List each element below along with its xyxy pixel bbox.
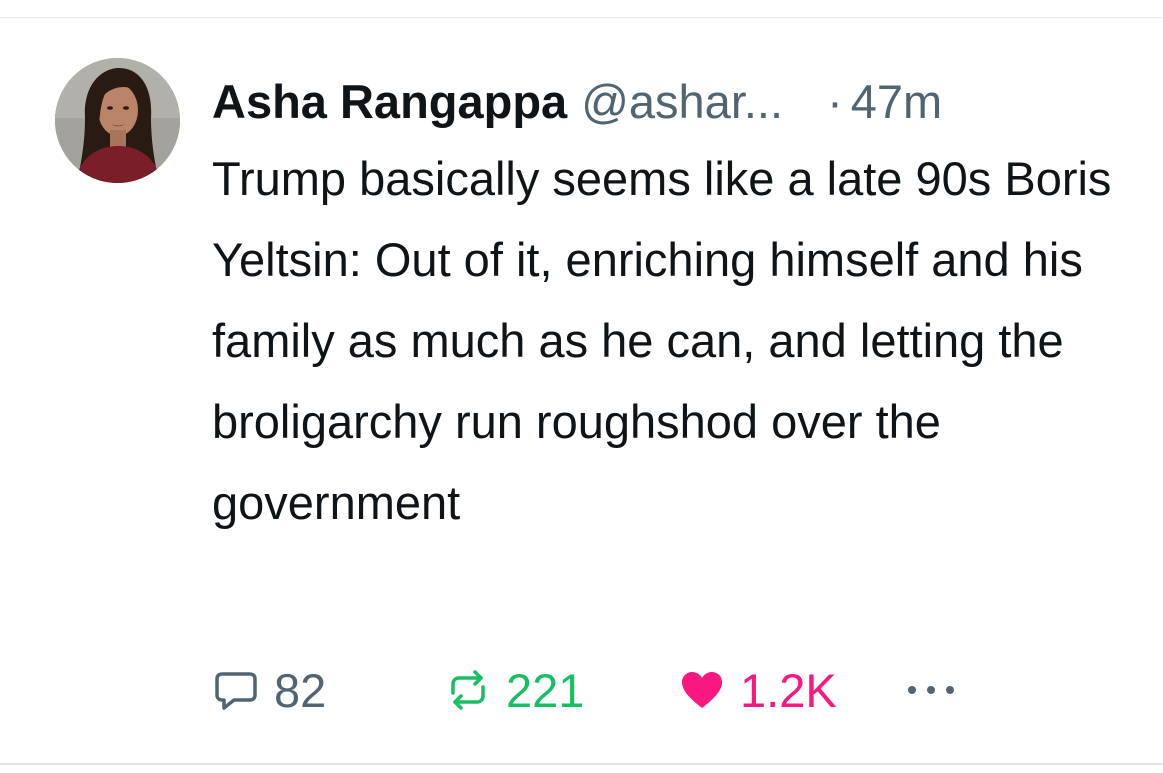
repost-count: 221 xyxy=(506,663,585,717)
avatar[interactable] xyxy=(55,58,180,183)
separator-dot: · xyxy=(827,75,843,128)
author-name[interactable]: Asha Rangappa xyxy=(212,72,567,132)
like-button[interactable]: 1.2K xyxy=(678,660,837,720)
reply-count: 82 xyxy=(274,663,327,717)
reply-icon xyxy=(212,666,260,714)
post-header: Asha Rangappa @ashar... · 47m xyxy=(212,72,1132,132)
author-handle[interactable]: @ashar... xyxy=(581,72,783,132)
heart-icon xyxy=(678,666,726,714)
post[interactable]: Asha Rangappa @ashar... · 47m Trump basi… xyxy=(0,0,1163,773)
post-timestamp[interactable]: 47m xyxy=(851,72,942,132)
more-icon xyxy=(904,666,958,714)
post-text: Trump basically seems like a late 90s Bo… xyxy=(212,152,1112,529)
reply-button[interactable]: 82 xyxy=(212,660,326,720)
repost-button[interactable]: 221 xyxy=(444,660,584,720)
like-count: 1.2K xyxy=(740,663,837,717)
profile-photo-icon xyxy=(55,58,180,183)
post-content: Asha Rangappa @ashar... · 47m Trump basi… xyxy=(212,72,1132,543)
repost-icon xyxy=(444,666,492,714)
action-bar: 82 221 1.2K xyxy=(212,660,1132,720)
more-options-button[interactable] xyxy=(904,660,958,720)
bottom-divider xyxy=(0,763,1163,765)
